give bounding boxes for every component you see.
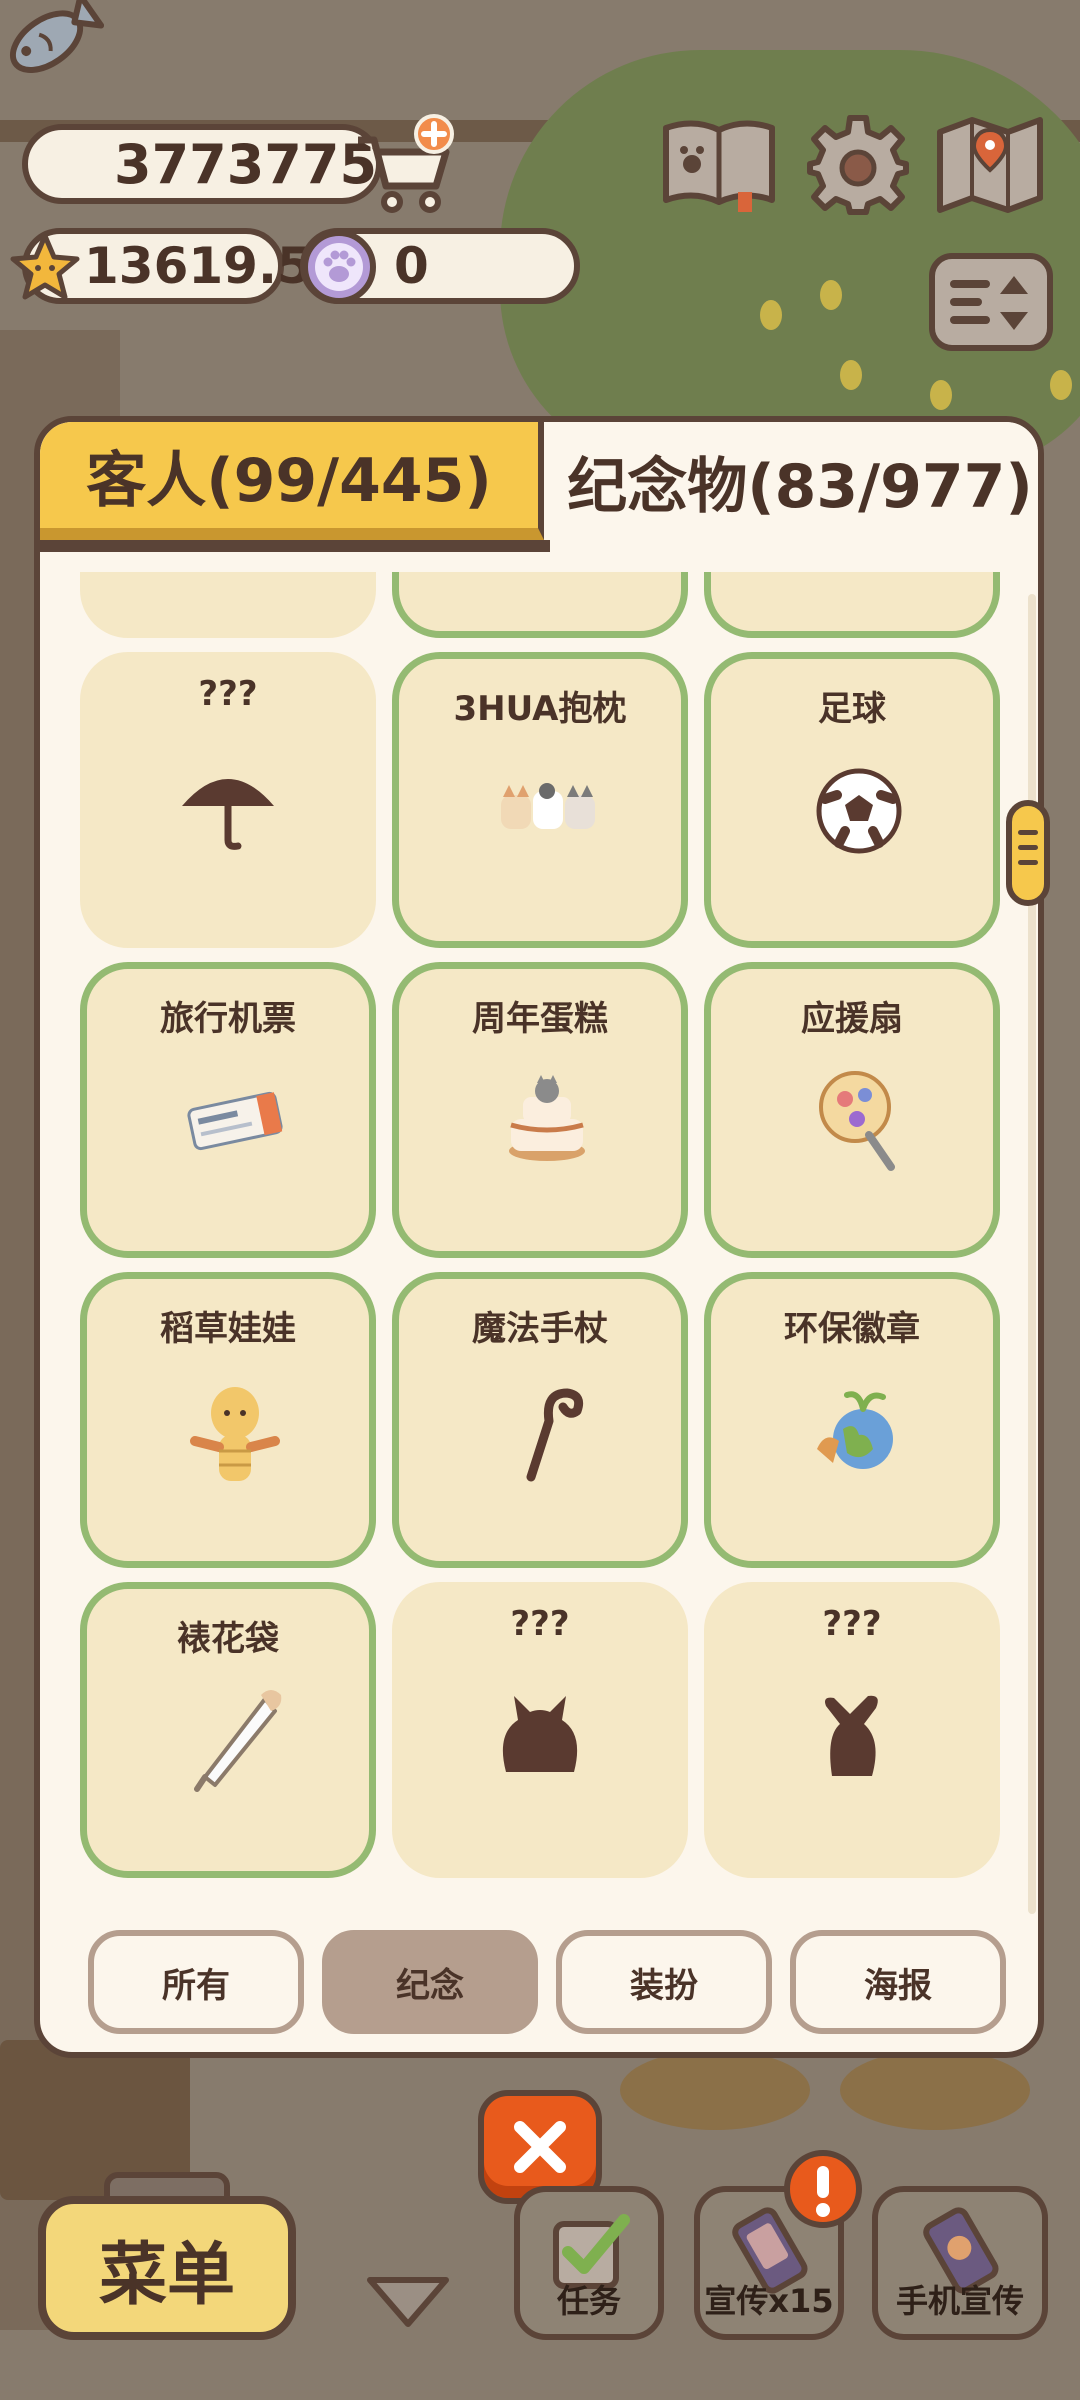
star-icon xyxy=(10,233,80,300)
souvenir-item[interactable]: ??? xyxy=(80,652,376,948)
souvenir-item[interactable]: 魔法手杖 xyxy=(392,1272,688,1568)
souvenir-item-label: ??? xyxy=(510,1604,570,1644)
scrollbar-track[interactable] xyxy=(1028,594,1036,1914)
souvenir-item[interactable] xyxy=(80,572,376,638)
paw-token-icon xyxy=(302,230,376,304)
souvenir-item[interactable]: 周年蛋糕 xyxy=(392,962,688,1258)
souvenir-item[interactable]: 3HUA抱枕 xyxy=(392,652,688,948)
umbrella-silhouette-icon xyxy=(182,779,274,850)
souvenir-item-label: 足球 xyxy=(818,689,886,729)
souvenir-item-label: 旅行机票 xyxy=(160,999,296,1039)
souvenir-item[interactable]: ??? xyxy=(392,1582,688,1878)
souvenir-item[interactable]: 足球 xyxy=(704,652,1000,948)
souvenir-item-label: 环保徽章 xyxy=(784,1309,920,1349)
fish-count: 3773775 xyxy=(114,132,378,196)
souvenir-item-label: 周年蛋糕 xyxy=(472,999,608,1039)
souvenir-item[interactable]: 应援扇 xyxy=(704,962,1000,1258)
filter-poster[interactable]: 海报 xyxy=(790,1930,1006,2034)
souvenir-item-label: 裱花袋 xyxy=(177,1619,279,1659)
filter-outfit[interactable]: 装扮 xyxy=(556,1930,772,2034)
souvenir-item[interactable] xyxy=(392,572,688,638)
chevron-down-icon[interactable] xyxy=(362,2272,454,2332)
fish-currency: 3773775 xyxy=(22,124,382,204)
star-count: 13619.5 xyxy=(84,237,312,295)
cheer-fan-icon xyxy=(819,1071,895,1171)
filter-souvenir[interactable]: 纪念 xyxy=(322,1930,538,2034)
souvenir-item-label: 稻草娃娃 xyxy=(160,1309,296,1349)
eco-badge-icon xyxy=(817,1391,893,1469)
task-button[interactable]: 任务 xyxy=(514,2186,664,2340)
scrollbar-thumb[interactable] xyxy=(1006,800,1050,906)
phone-promo-label: 手机宣传 xyxy=(895,2282,1024,2320)
souvenir-item[interactable]: 稻草娃娃 xyxy=(80,1272,376,1568)
paw-count: 0 xyxy=(394,237,429,295)
filter-all[interactable]: 所有 xyxy=(88,1930,304,2034)
souvenir-item[interactable]: 旅行机票 xyxy=(80,962,376,1258)
anniversary-cake-icon xyxy=(509,1075,585,1161)
shop-cart-icon[interactable] xyxy=(350,110,460,220)
souvenir-item-label: ??? xyxy=(198,674,258,714)
sort-toggle-icon[interactable] xyxy=(928,252,1054,352)
settings-gear-icon[interactable] xyxy=(806,112,910,216)
souvenir-item[interactable] xyxy=(704,572,1000,638)
soccer-ball-icon xyxy=(816,768,902,854)
tab-souvenirs[interactable]: 纪念物(83/977) xyxy=(550,422,1038,540)
collection-panel: 客人(99/445) 纪念物(83/977) ??? 3HUA抱枕 足球旅行机票 周年… xyxy=(34,416,1044,2058)
straw-doll-icon xyxy=(190,1387,280,1481)
souvenir-item-label: 应援扇 xyxy=(801,999,903,1039)
promo-label: 宣传x15 xyxy=(704,2282,834,2320)
phone-promo-button[interactable]: 手机宣传 xyxy=(872,2186,1048,2340)
close-icon xyxy=(514,2121,566,2173)
cat-silhouette-icon xyxy=(502,1696,578,1772)
souvenir-item-label: 3HUA抱枕 xyxy=(453,689,627,729)
filter-bar: 所有 纪念 装扮 海报 xyxy=(88,1930,1008,2034)
map-icon[interactable] xyxy=(934,112,1046,216)
magic-staff-icon xyxy=(526,1388,584,1482)
souvenir-grid[interactable]: ??? 3HUA抱枕 足球旅行机票 周年蛋糕 应援扇稻草娃娃 魔法手杖 环保徽章裱花袋???… xyxy=(80,572,1010,1920)
figure-silhouette-icon xyxy=(825,1695,878,1776)
menu-button[interactable]: 菜单 xyxy=(38,2196,296,2340)
piping-bag-icon xyxy=(194,1690,282,1792)
task-label: 任务 xyxy=(556,2282,621,2320)
tab-guests[interactable]: 客人(99/445) xyxy=(40,422,544,540)
souvenir-item-label: 魔法手杖 xyxy=(472,1309,608,1349)
cat-pillow-icon xyxy=(501,783,595,829)
tab-divider xyxy=(40,540,550,552)
fish-icon xyxy=(9,0,104,74)
plane-ticket-icon xyxy=(187,1091,283,1151)
souvenir-item[interactable]: ??? xyxy=(704,1582,1000,1878)
souvenir-item-label: ??? xyxy=(822,1604,882,1644)
souvenir-item[interactable]: 环保徽章 xyxy=(704,1272,1000,1568)
guide-book-icon[interactable] xyxy=(660,114,778,214)
souvenir-item[interactable]: 裱花袋 xyxy=(80,1582,376,1878)
alert-badge-icon xyxy=(784,2150,862,2228)
